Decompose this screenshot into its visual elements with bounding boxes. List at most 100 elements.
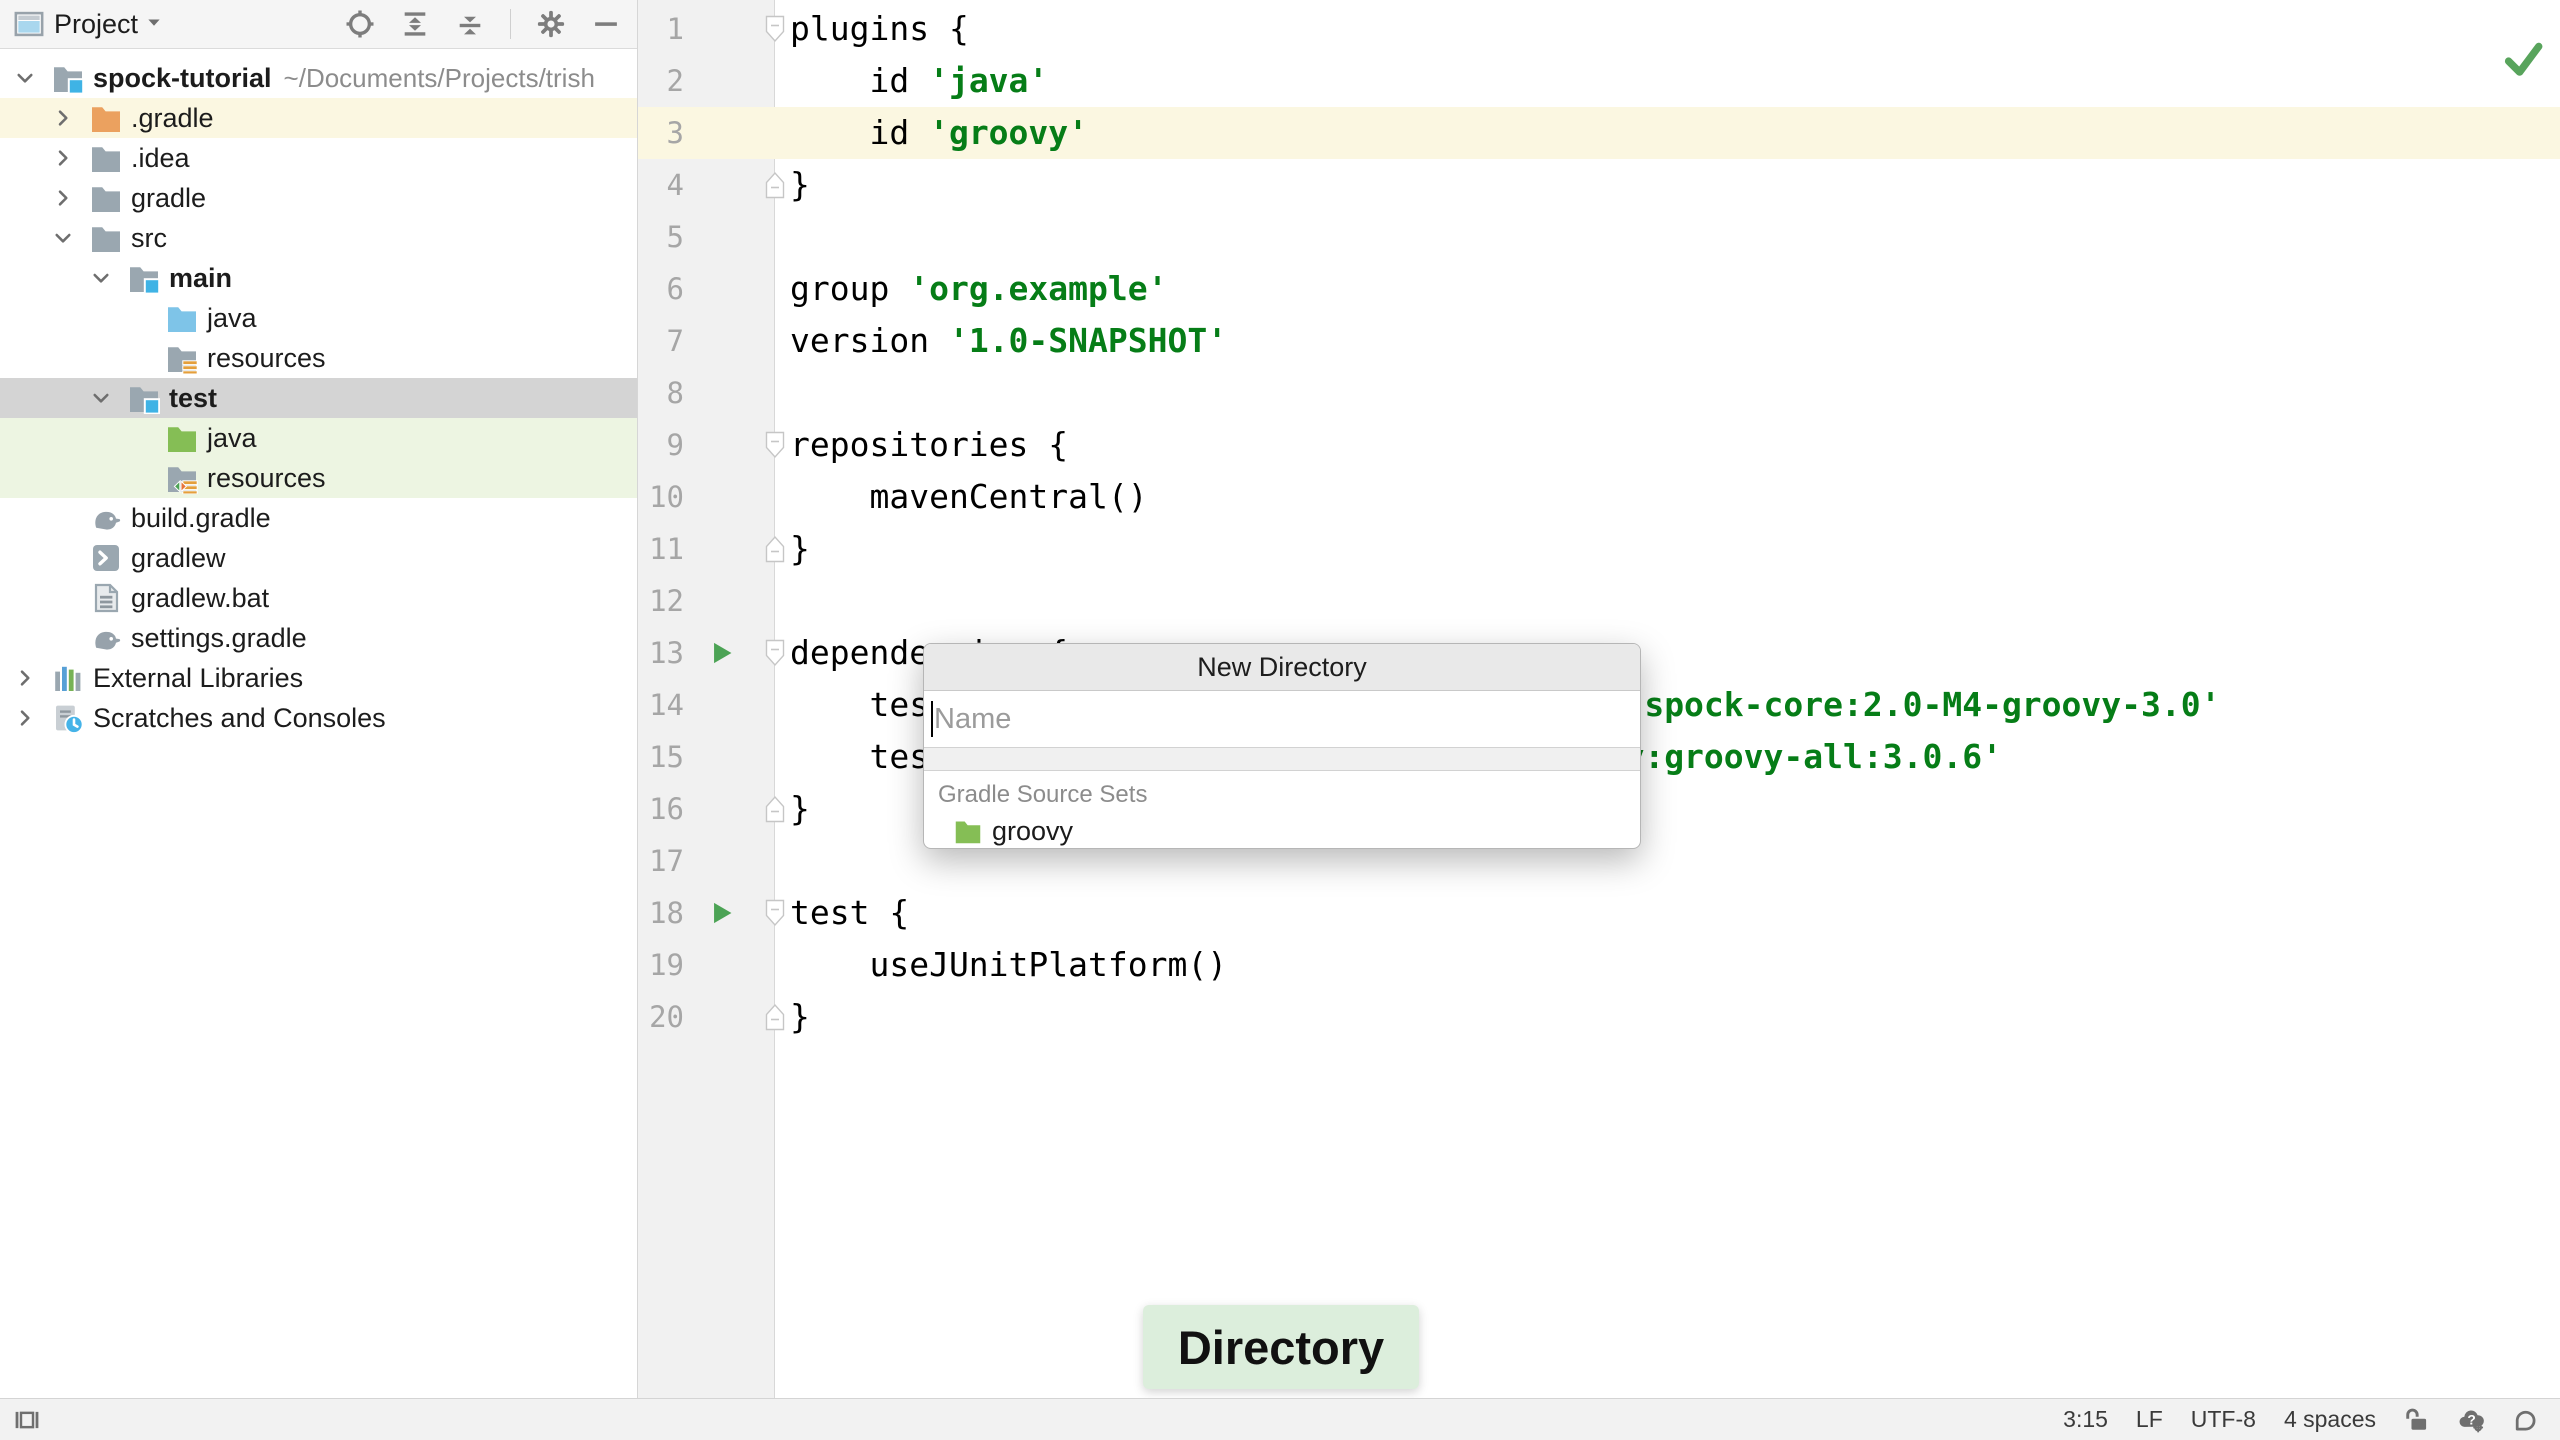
editor-line-18[interactable]: 18test {	[638, 887, 2560, 939]
fold-close-icon[interactable]	[765, 795, 785, 823]
tree-row-external-libraries[interactable]: External Libraries	[0, 658, 637, 698]
tree-row-test[interactable]: test	[0, 378, 637, 418]
tree-row--gradle[interactable]: .gradle	[0, 98, 637, 138]
code-text: }	[790, 159, 810, 211]
tree-row-resources[interactable]: resources	[0, 338, 637, 378]
tree-row-main[interactable]: main	[0, 258, 637, 298]
fold-open-icon[interactable]	[765, 899, 785, 927]
chevron-right-icon[interactable]	[51, 186, 90, 210]
gradle-icon	[90, 502, 122, 534]
tree-row-java[interactable]: java	[0, 298, 637, 338]
editor-line-3[interactable]: 3 id 'groovy'	[638, 107, 2560, 159]
tree-item-label: java	[207, 303, 257, 334]
chevron-right-icon[interactable]	[13, 706, 52, 730]
file-encoding[interactable]: UTF-8	[2191, 1406, 2256, 1433]
fold-open-icon[interactable]	[765, 431, 785, 459]
line-number: 16	[638, 783, 684, 835]
editor-line-5[interactable]: 5	[638, 211, 2560, 263]
fold-close-icon[interactable]	[765, 535, 785, 563]
chevron-right-icon[interactable]	[13, 666, 52, 690]
suggestion-item-groovy[interactable]: groovy	[954, 810, 1640, 849]
tree-row-gradlew[interactable]: gradlew	[0, 538, 637, 578]
line-number: 10	[638, 471, 684, 523]
directory-name-input[interactable]	[924, 691, 1640, 747]
tree-row-spock-tutorial[interactable]: spock-tutorial~/Documents/Projects/trish	[0, 58, 637, 98]
cloud-sync-icon[interactable]: ?	[2458, 1407, 2484, 1433]
chevron-down-icon[interactable]	[144, 12, 164, 37]
editor-line-10[interactable]: 10 mavenCentral()	[638, 471, 2560, 523]
terminal-icon	[90, 542, 122, 574]
tree-row-gradlew-bat[interactable]: gradlew.bat	[0, 578, 637, 618]
folder-orange-icon	[90, 102, 122, 134]
unlock-icon[interactable]	[2404, 1407, 2430, 1433]
line-number: 12	[638, 575, 684, 627]
hide-panel-icon[interactable]	[591, 9, 621, 39]
inspection-ok-icon[interactable]	[2502, 38, 2544, 80]
popup-suggestion-list: Gradle Source Sets groovy	[924, 771, 1640, 849]
editor-line-2[interactable]: 2 id 'java'	[638, 55, 2560, 107]
notification-balloon-icon[interactable]	[2512, 1407, 2538, 1433]
chevron-right-icon[interactable]	[51, 146, 90, 170]
editor-line-11[interactable]: 11}	[638, 523, 2560, 575]
fold-open-icon[interactable]	[765, 639, 785, 667]
line-number: 11	[638, 523, 684, 575]
project-path: ~/Documents/Projects/trish	[284, 63, 595, 94]
code-text: useJUnitPlatform()	[790, 939, 1227, 991]
editor-line-20[interactable]: 20}	[638, 991, 2560, 1043]
string-token: '1.0-SNAPSHOT'	[949, 321, 1227, 360]
editor-line-19[interactable]: 19 useJUnitPlatform()	[638, 939, 2560, 991]
tree-row--idea[interactable]: .idea	[0, 138, 637, 178]
tree-item-label: src	[131, 223, 167, 254]
text-file-icon	[90, 582, 122, 614]
editor-line-9[interactable]: 9repositories {	[638, 419, 2560, 471]
new-directory-popup: New Directory Gradle Source Sets groovy	[923, 643, 1641, 849]
settings-icon[interactable]	[536, 9, 566, 39]
tree-row-scratches-and-consoles[interactable]: Scratches and Consoles	[0, 698, 637, 738]
expand-all-icon[interactable]	[400, 9, 430, 39]
chevron-down-icon[interactable]	[89, 386, 128, 410]
chevron-down-icon[interactable]	[13, 66, 52, 90]
tree-item-label: settings.gradle	[131, 623, 307, 654]
chevron-down-icon[interactable]	[51, 226, 90, 250]
folder-green-icon	[954, 817, 982, 845]
tree-row-src[interactable]: src	[0, 218, 637, 258]
code-token: }	[790, 529, 810, 568]
line-number: 15	[638, 731, 684, 783]
folder-icon	[90, 142, 122, 174]
run-gutter-icon[interactable]	[710, 640, 736, 666]
popup-title: New Directory	[924, 644, 1640, 691]
editor-line-1[interactable]: 1plugins {	[638, 3, 2560, 55]
fold-close-icon[interactable]	[765, 171, 785, 199]
project-panel-title[interactable]: Project	[54, 9, 138, 40]
locate-icon[interactable]	[345, 9, 375, 39]
code-text: group 'org.example'	[790, 263, 1168, 315]
tree-row-resources[interactable]: resources	[0, 458, 637, 498]
code-token: repositories {	[790, 425, 1068, 464]
collapse-all-icon[interactable]	[455, 9, 485, 39]
editor-line-12[interactable]: 12	[638, 575, 2560, 627]
folder-green-icon	[166, 422, 198, 454]
code-token: useJUnitPlatform()	[790, 945, 1227, 984]
tree-row-build-gradle[interactable]: build.gradle	[0, 498, 637, 538]
editor-line-6[interactable]: 6group 'org.example'	[638, 263, 2560, 315]
toolwindow-bars-icon[interactable]	[14, 1407, 40, 1433]
tree-row-java[interactable]: java	[0, 418, 637, 458]
line-ending[interactable]: LF	[2136, 1406, 2163, 1433]
fold-close-icon[interactable]	[765, 1003, 785, 1031]
chevron-right-icon[interactable]	[51, 106, 90, 130]
tree-row-settings-gradle[interactable]: settings.gradle	[0, 618, 637, 658]
code-text: version '1.0-SNAPSHOT'	[790, 315, 1227, 367]
editor-line-8[interactable]: 8	[638, 367, 2560, 419]
tree-item-label: resources	[207, 343, 326, 374]
fold-open-icon[interactable]	[765, 15, 785, 43]
editor-line-4[interactable]: 4}	[638, 159, 2560, 211]
chevron-down-icon[interactable]	[89, 266, 128, 290]
panel-splitter[interactable]	[637, 0, 638, 1398]
editor-line-7[interactable]: 7version '1.0-SNAPSHOT'	[638, 315, 2560, 367]
editor-lines: 1plugins {2 id 'java'3 id 'groovy'4}56gr…	[638, 3, 2560, 1043]
tree-row-gradle[interactable]: gradle	[0, 178, 637, 218]
line-number: 4	[638, 159, 684, 211]
run-gutter-icon[interactable]	[710, 900, 736, 926]
caret-position[interactable]: 3:15	[2063, 1406, 2108, 1433]
indent-setting[interactable]: 4 spaces	[2284, 1406, 2376, 1433]
